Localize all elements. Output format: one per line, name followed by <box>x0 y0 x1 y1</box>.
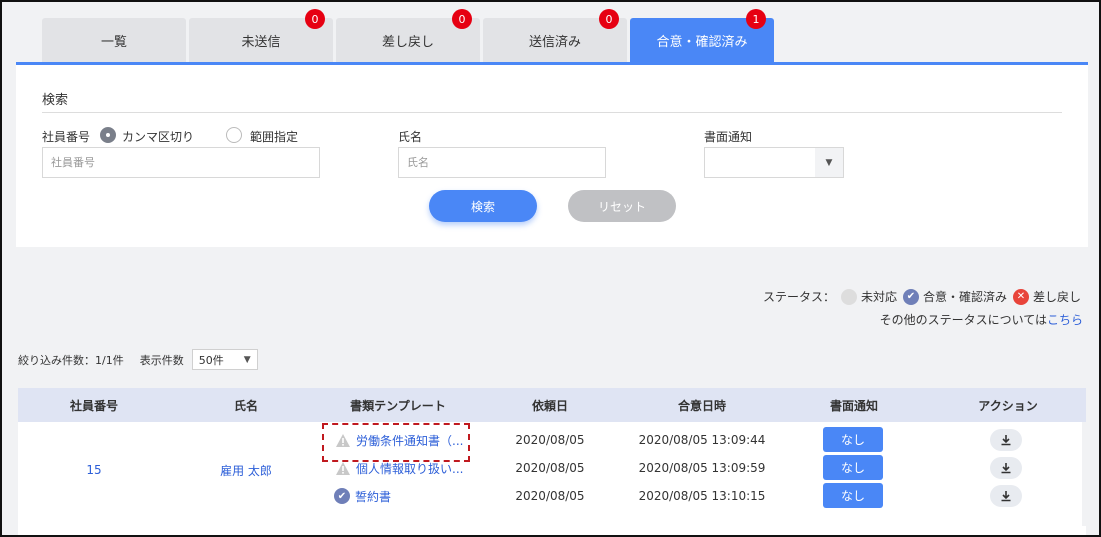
tab-list[interactable]: 一覧 <box>42 18 186 62</box>
table-body: 15 雇用 太郎 労働条件通知書（... 2020/08/05 2020/08/… <box>18 422 1086 535</box>
other-status-link[interactable]: こちら <box>1047 313 1083 327</box>
perpage-label: 表示件数 <box>139 353 184 367</box>
download-icon[interactable] <box>990 429 1022 451</box>
legend-returned: 差し戻し <box>1032 290 1081 304</box>
unhandled-icon <box>840 288 857 305</box>
count-badge: 0 <box>599 9 619 29</box>
notice-label: 書面通知 <box>704 130 753 144</box>
template-link[interactable]: 個人情報取り扱い... <box>356 460 463 477</box>
filter-count: 絞り込み件数：1/1件 <box>18 353 124 367</box>
header-notice: 書面通知 <box>829 398 878 413</box>
agreed-at: 2020/08/05 13:10:15 <box>638 489 766 503</box>
legend-label: ステータス： <box>762 290 835 304</box>
employee-no-label: 社員番号 <box>42 130 91 144</box>
table-row: 労働条件通知書（... <box>334 430 463 450</box>
tab-returned[interactable]: 差し戻し 0 <box>336 9 480 62</box>
perpage-value: 50件 <box>198 353 224 367</box>
warning-icon <box>334 460 352 476</box>
header-agreed-at: 合意日時 <box>677 398 726 413</box>
results-table: 社員番号 氏名 書類テンプレート 依頼日 合意日時 書面通知 アクション 15 … <box>18 388 1086 535</box>
tab-label: 一覧 <box>100 34 127 50</box>
table-header: 社員番号 氏名 書類テンプレート 依頼日 合意日時 書面通知 アクション <box>18 388 1086 422</box>
app-frame: 一覧 未送信 0 差し戻し 0 送信済み 0 合意・確認済み 1 検索 社員番号 カンマ… <box>0 0 1101 537</box>
radio-comma[interactable] <box>100 127 116 143</box>
radio-range-label: 範囲指定 <box>250 130 299 144</box>
tab-unsent[interactable]: 未送信 0 <box>189 9 333 62</box>
table-row: ✔ 誓約書 <box>334 486 391 506</box>
other-status-text: その他のステータスについては <box>879 313 1047 327</box>
tab-label: 未送信 <box>241 34 281 50</box>
tab-sent[interactable]: 送信済み 0 <box>483 9 627 62</box>
table-edge <box>1082 422 1086 526</box>
count-badge: 0 <box>305 9 325 29</box>
notice-button[interactable]: なし <box>823 455 883 480</box>
employee-name-link[interactable]: 雇用 太郎 <box>170 462 322 478</box>
status-legend: ステータス： 未対応 ✔ 合意・確認済み ✕ 差し戻し <box>763 288 1081 305</box>
other-status-note: その他のステータスについてはこちら <box>880 311 1083 328</box>
legend-unhandled: 未対応 <box>860 290 897 304</box>
name-label: 氏名 <box>398 130 423 144</box>
perpage-select[interactable]: 50件 ▼ <box>191 349 258 370</box>
header-request-date: 依頼日 <box>531 398 568 413</box>
notice-button[interactable]: なし <box>823 427 883 452</box>
radio-comma-label: カンマ区切り <box>122 130 195 144</box>
search-panel: 検索 社員番号 カンマ区切り 範囲指定 社員番号 氏名 氏名 書面通知 ▼ 検索… <box>16 65 1088 247</box>
search-button[interactable]: 検索 <box>429 190 537 222</box>
legend-agreed: 合意・確認済み <box>922 290 1007 304</box>
count-badge: 0 <box>452 9 472 29</box>
employee-no-input[interactable]: 社員番号 <box>42 147 320 178</box>
header-employee-no: 社員番号 <box>69 398 118 413</box>
tab-agreed[interactable]: 合意・確認済み 1 <box>630 9 774 62</box>
header-name: 氏名 <box>233 398 258 413</box>
name-input[interactable]: 氏名 <box>398 147 606 178</box>
header-template: 書類テンプレート <box>350 398 446 413</box>
check-circle-icon: ✔ <box>902 288 919 305</box>
radio-range[interactable] <box>226 127 242 143</box>
employee-no-link[interactable]: 15 <box>18 462 170 478</box>
download-icon[interactable] <box>990 485 1022 507</box>
notice-button[interactable]: なし <box>823 483 883 508</box>
template-link[interactable]: 労働条件通知書（... <box>356 432 463 449</box>
reset-button[interactable]: リセット <box>568 190 676 222</box>
divider <box>42 112 1062 113</box>
tab-label: 合意・確認済み <box>656 34 748 50</box>
chevron-down-icon: ▼ <box>815 148 843 177</box>
table-row: 個人情報取り扱い... <box>334 458 463 478</box>
agreed-at: 2020/08/05 13:09:44 <box>638 433 766 447</box>
request-date: 2020/08/05 <box>515 433 585 447</box>
tab-bar: 一覧 未送信 0 差し戻し 0 送信済み 0 合意・確認済み 1 <box>42 9 777 62</box>
count-line: 絞り込み件数：1/1件 表示件数 50件 ▼ <box>18 349 258 370</box>
warning-icon <box>334 432 352 448</box>
header-action: アクション <box>978 398 1038 413</box>
check-circle-icon: ✔ <box>334 488 350 504</box>
request-date: 2020/08/05 <box>515 461 585 475</box>
agreed-at: 2020/08/05 13:09:59 <box>638 461 766 475</box>
template-link[interactable]: 誓約書 <box>355 488 391 505</box>
search-title: 検索 <box>42 93 69 108</box>
chevron-down-icon: ▼ <box>243 354 251 365</box>
download-icon[interactable] <box>990 457 1022 479</box>
notice-select[interactable]: ▼ <box>704 147 844 178</box>
tab-label: 送信済み <box>528 34 581 50</box>
x-circle-icon: ✕ <box>1012 288 1029 305</box>
tab-label: 差し戻し <box>381 34 434 50</box>
request-date: 2020/08/05 <box>515 489 585 503</box>
count-badge: 1 <box>746 9 766 29</box>
